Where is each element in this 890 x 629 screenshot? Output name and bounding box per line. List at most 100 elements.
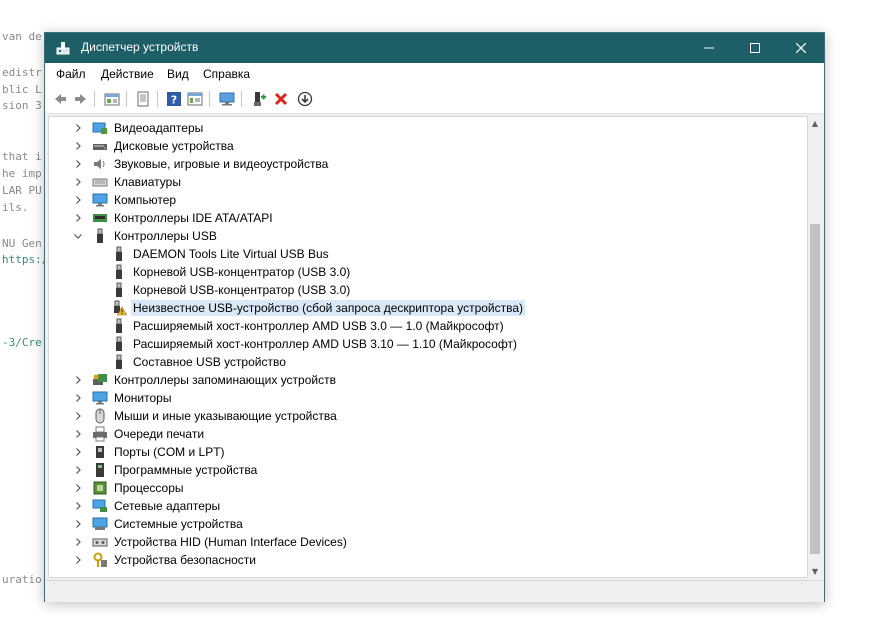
tree-device[interactable]: Корневой USB-концентратор (USB 3.0) xyxy=(111,281,352,299)
tree-category[interactable]: Программные устройства xyxy=(76,461,259,479)
background-text-line: -3/Cre xyxy=(2,336,42,349)
tree-category[interactable]: Устройства HID (Human Interface Devices) xyxy=(76,533,349,551)
chevron-right-icon[interactable] xyxy=(73,483,83,493)
tree-category[interactable]: Звуковые, игровые и видеоустройства xyxy=(76,155,330,173)
chevron-right-icon[interactable] xyxy=(73,159,83,169)
monitor-scan-icon xyxy=(219,92,235,106)
storage-controller-icon xyxy=(92,372,108,388)
menu-help[interactable]: Справка xyxy=(203,67,250,81)
title-bar[interactable]: Диспетчер устройств xyxy=(45,33,824,63)
printer-icon xyxy=(92,426,108,442)
chevron-right-icon[interactable] xyxy=(73,465,83,475)
tree-category[interactable]: Компьютер xyxy=(76,191,178,209)
menu-action[interactable]: Действие xyxy=(101,67,154,81)
chevron-right-icon[interactable] xyxy=(73,501,83,511)
chevron-right-icon[interactable] xyxy=(73,519,83,529)
scan-hardware-button[interactable] xyxy=(218,90,236,108)
scroll-up-icon[interactable]: ▲ xyxy=(808,116,822,130)
tree-category[interactable]: Системные устройства xyxy=(76,515,245,533)
tree-item-label: Мыши и иные указывающие устройства xyxy=(114,409,337,423)
tree-device[interactable]: DAEMON Tools Lite Virtual USB Bus xyxy=(111,245,331,263)
tree-category[interactable]: Дисковые устройства xyxy=(76,137,236,155)
usb-plug-icon xyxy=(111,246,127,262)
tree-device[interactable]: Составное USB устройство xyxy=(111,353,288,371)
usb-icon xyxy=(92,228,108,244)
display-adapter-icon xyxy=(92,120,108,136)
document-button[interactable] xyxy=(134,90,152,108)
tree-item-label: Устройства безопасности xyxy=(114,553,256,567)
toolbar-separator xyxy=(209,91,210,107)
tree-device[interactable]: Корневой USB-концентратор (USB 3.0) xyxy=(111,263,352,281)
forward-button[interactable] xyxy=(72,90,90,108)
tree-category[interactable]: Очереди печати xyxy=(76,425,206,443)
vertical-scrollbar[interactable]: ▲ ▼ xyxy=(808,116,822,578)
minimize-button[interactable] xyxy=(686,33,732,63)
tree-category[interactable]: Видеоадаптеры xyxy=(76,119,205,137)
tree-category[interactable]: Процессоры xyxy=(76,479,186,497)
chevron-down-icon[interactable] xyxy=(73,231,83,241)
tree-device[interactable]: Расширяемый хост-контроллер AMD USB 3.0 … xyxy=(111,317,506,335)
tree-category[interactable]: Клавиатуры xyxy=(76,173,183,191)
background-text-line: he imp xyxy=(2,167,42,180)
tree-item-label: Расширяемый хост-контроллер AMD USB 3.0 … xyxy=(133,319,504,333)
toolbar-separator xyxy=(157,91,158,107)
tree-item-label: Мониторы xyxy=(114,391,172,405)
menu-file[interactable]: Файл xyxy=(56,67,86,81)
tree-category[interactable]: Контроллеры IDE ATA/ATAPI xyxy=(76,209,275,227)
chevron-right-icon[interactable] xyxy=(73,141,83,151)
software-device-icon xyxy=(92,462,108,478)
tree-category[interactable]: Устройства безопасности xyxy=(76,551,258,569)
document-icon xyxy=(137,91,149,107)
usb-plug-icon xyxy=(111,282,127,298)
help-button[interactable]: ? xyxy=(165,90,183,108)
chevron-right-icon[interactable] xyxy=(73,555,83,565)
back-button[interactable] xyxy=(51,90,69,108)
scrollbar-thumb[interactable] xyxy=(810,224,820,554)
chevron-right-icon[interactable] xyxy=(73,393,83,403)
chevron-right-icon[interactable] xyxy=(73,123,83,133)
menu-view[interactable]: Вид xyxy=(167,67,189,81)
usb-plug-icon xyxy=(111,264,127,280)
computer-icon xyxy=(92,192,108,208)
network-adapter-icon xyxy=(92,498,108,514)
chevron-right-icon[interactable] xyxy=(73,537,83,547)
tree-item-label: Видеоадаптеры xyxy=(114,121,204,135)
tree-category[interactable]: Порты (COM и LPT) xyxy=(76,443,227,461)
tree-category[interactable]: Сетевые адаптеры xyxy=(76,497,222,515)
svg-text:?: ? xyxy=(171,94,177,107)
device-tree[interactable]: Видеоадаптеры Дисковые устройства Звуковые… xyxy=(48,116,808,578)
chevron-right-icon[interactable] xyxy=(73,411,83,421)
chevron-right-icon[interactable] xyxy=(73,447,83,457)
chevron-right-icon[interactable] xyxy=(73,213,83,223)
background-text-line: edistr xyxy=(2,66,42,79)
tree-device[interactable]: Неизвестное USB-устройство (сбой запроса… xyxy=(111,299,526,317)
tree-item-label: Процессоры xyxy=(114,481,184,495)
tree-category[interactable]: Контроллеры USB xyxy=(74,227,219,245)
tree-item-label: Расширяемый хост-контроллер AMD USB 3.10… xyxy=(133,337,517,351)
maximize-button[interactable] xyxy=(732,33,778,63)
port-icon xyxy=(92,444,108,460)
usb-plug-icon xyxy=(111,354,127,370)
scroll-down-icon[interactable]: ▼ xyxy=(808,564,822,578)
update-driver-button[interactable] xyxy=(296,90,314,108)
add-driver-button[interactable] xyxy=(250,90,268,108)
background-text-line: NU Gen xyxy=(2,237,42,250)
toolbar: ? xyxy=(45,85,824,114)
uninstall-button[interactable] xyxy=(272,90,290,108)
chevron-right-icon[interactable] xyxy=(73,375,83,385)
view-device-button[interactable] xyxy=(186,90,204,108)
properties-button[interactable] xyxy=(103,90,121,108)
maximize-icon xyxy=(750,43,760,53)
device-manager-window: Диспетчер устройств Файл Действие Вид Сп… xyxy=(44,32,825,602)
tree-category[interactable]: Мониторы xyxy=(76,389,173,407)
properties-sheet-icon xyxy=(104,93,120,106)
chevron-right-icon[interactable] xyxy=(73,195,83,205)
chevron-right-icon[interactable] xyxy=(73,177,83,187)
chevron-right-icon[interactable] xyxy=(73,429,83,439)
close-icon xyxy=(796,43,806,53)
background-text-line: that i xyxy=(2,150,42,163)
tree-device[interactable]: Расширяемый хост-контроллер AMD USB 3.10… xyxy=(111,335,519,353)
close-button[interactable] xyxy=(778,33,824,63)
tree-category[interactable]: Контроллеры запоминающих устройств xyxy=(76,371,338,389)
tree-category[interactable]: Мыши и иные указывающие устройства xyxy=(76,407,339,425)
